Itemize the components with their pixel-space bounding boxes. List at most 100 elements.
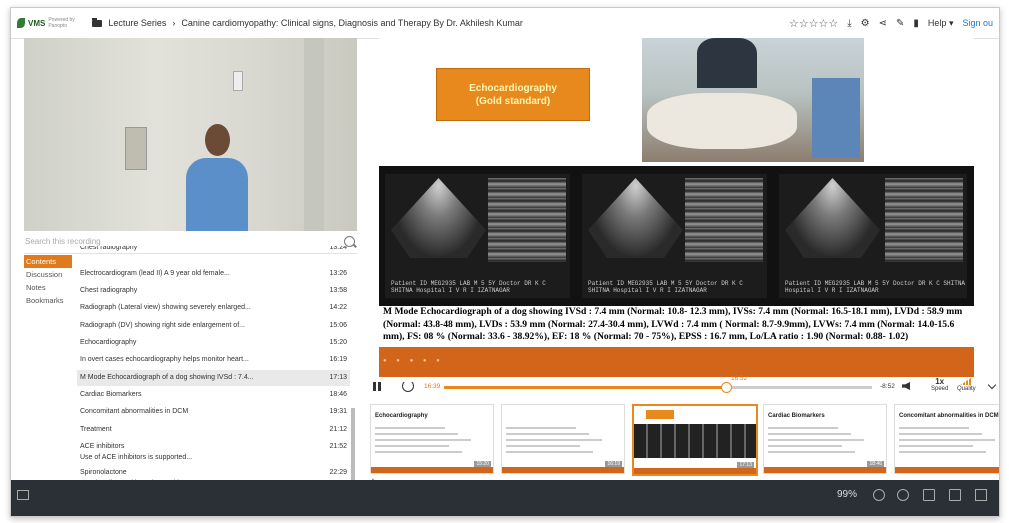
list-item-subtitle: Use of ACE inhibitors is supported... xyxy=(80,454,193,461)
folder-icon xyxy=(92,17,103,27)
echo-images: Patient ID MEG2935 LAB M 5 5Y Doctor DR … xyxy=(379,166,974,306)
powered-by: Powered by Panopto xyxy=(48,17,75,29)
list-item-time: 16:19 xyxy=(329,356,347,363)
download-icon[interactable]: ⤓ xyxy=(847,18,851,29)
fullscreen-icon[interactable] xyxy=(975,489,987,501)
list-item-time: 19:31 xyxy=(329,408,347,415)
rewind-icon[interactable] xyxy=(402,380,414,392)
star-icon[interactable]: ☆ xyxy=(828,18,838,30)
list-item[interactable]: In overt cases echocardiography helps mo… xyxy=(77,352,350,368)
list-item[interactable]: M Mode Echocardiograph of a dog showing … xyxy=(77,370,350,386)
thumbnail-text-line xyxy=(375,427,445,429)
list-item[interactable]: Electrocardiogram (lead II) A 9 year old… xyxy=(77,266,350,282)
slide-thumbnail[interactable]: 17:13 xyxy=(632,404,758,476)
breadcrumb-root[interactable]: Lecture Series xyxy=(108,18,166,28)
echo-label: Patient ID MEG2935 LAB M 5 5Y Doctor DR … xyxy=(785,280,966,294)
logo[interactable]: VMS Powered by Panopto xyxy=(17,17,82,29)
echo-sector xyxy=(785,178,880,258)
list-item[interactable]: Radiograph (DV) showing right side enlar… xyxy=(77,318,350,334)
list-item-time: 21:12 xyxy=(329,426,347,433)
contents-scrollbar[interactable] xyxy=(351,408,355,480)
list-item-time: 13:58 xyxy=(329,287,347,294)
video-wall-switch xyxy=(233,71,243,91)
quality-button[interactable]: Quality xyxy=(957,377,976,392)
list-item[interactable]: Concomitant abnormalities in DCM 19:31 xyxy=(77,404,350,420)
list-item[interactable]: Cardiac Biomarkers 18:46 xyxy=(77,387,350,403)
thumbnail-text-line xyxy=(506,439,602,441)
list-item-title: Electrocardiogram (lead II) A 9 year old… xyxy=(80,270,230,277)
thumbnail-title: Cardiac Biomarkers xyxy=(768,413,825,419)
search-input[interactable]: Search this recording xyxy=(25,237,101,246)
remaining-time: -8:52 xyxy=(880,383,895,390)
seek-bar[interactable] xyxy=(444,382,872,393)
echo-label: Patient ID MEG2935 LAB M 5 5Y Doctor DR … xyxy=(391,280,546,294)
tab-notes[interactable]: Notes xyxy=(24,281,74,294)
thumbnail-text-line xyxy=(375,451,462,453)
zoom-out-icon[interactable] xyxy=(873,489,885,501)
slide-thumbnail[interactable]: Echocardiography 15:20 xyxy=(370,404,494,474)
list-item[interactable]: Chest radiography 13:24 xyxy=(77,246,350,256)
tab-discussion[interactable]: Discussion xyxy=(24,268,74,281)
help-menu[interactable]: Help ▾ xyxy=(928,18,954,29)
thumbnail-text-line xyxy=(768,427,838,429)
list-item-time: 15:06 xyxy=(329,322,347,329)
list-item-title: Radiograph (Lateral view) showing severe… xyxy=(80,304,251,311)
share-icon[interactable]: ⋖ xyxy=(879,18,887,29)
thumbnail-text-line xyxy=(506,451,593,453)
settings-icon[interactable]: ⚙ xyxy=(861,18,870,29)
list-item[interactable]: Chest radiography 13:58 xyxy=(77,283,350,299)
stats-icon[interactable]: ▮ xyxy=(913,18,919,29)
sidebar-tabs: Contents Discussion Notes Bookmarks xyxy=(24,255,74,307)
edit-icon[interactable]: ✎ xyxy=(896,18,904,29)
sign-out-link[interactable]: Sign ou xyxy=(962,18,993,28)
list-item-time: 18:46 xyxy=(329,391,347,398)
thumbnail-text-line xyxy=(899,445,973,447)
thumbnail-bar xyxy=(764,467,886,473)
slide-caption: M Mode Echocardiograph of a dog showing … xyxy=(383,306,963,342)
slide-thumbnail[interactable]: Concomitant abnormalities in DCM xyxy=(894,404,999,474)
list-item[interactable]: Echocardiography 15:20 xyxy=(77,335,350,351)
captions-icon[interactable] xyxy=(949,489,961,501)
star-icon[interactable]: ☆ xyxy=(799,18,809,30)
breadcrumb-title: Canine cardiomyopathy: Clinical signs, D… xyxy=(181,18,523,28)
zoom-in-icon[interactable] xyxy=(897,489,909,501)
slide-thumbnail[interactable]: Cardiac Biomarkers 18:46 xyxy=(763,404,887,474)
slide-nav-dots[interactable]: ● ● ● ● ● xyxy=(383,358,444,364)
tab-bookmarks[interactable]: Bookmarks xyxy=(24,294,74,307)
star-icon[interactable]: ☆ xyxy=(809,18,819,30)
list-item-title: Concomitant abnormalities in DCM xyxy=(80,408,189,415)
presenter-video[interactable] xyxy=(24,38,357,231)
list-item[interactable]: Radiograph (Lateral view) showing severe… xyxy=(77,300,350,316)
rating-stars[interactable]: ☆☆☆☆☆ xyxy=(789,17,838,30)
star-icon[interactable]: ☆ xyxy=(789,18,799,30)
current-time: 16:52 xyxy=(731,375,748,382)
list-item[interactable]: ACE inhibitors Use of ACE inhibitors is s… xyxy=(77,439,350,465)
app-window: VMS Powered by Panopto Lecture Series › … xyxy=(10,7,1000,517)
speed-button[interactable]: 1x Speed xyxy=(931,377,948,392)
zoom-level: 99% xyxy=(837,489,858,500)
top-bar: VMS Powered by Panopto Lecture Series › … xyxy=(11,8,999,39)
star-icon[interactable]: ☆ xyxy=(818,18,828,30)
thumbnail-time: 17:13 xyxy=(737,462,754,468)
echo-panel: Patient ID MEG2935 LAB M 5 5Y Doctor DR … xyxy=(582,174,767,298)
list-item-time: 21:52 xyxy=(329,443,347,450)
segment-start-time: 16:39 xyxy=(424,383,441,390)
list-item-time: 17:13 xyxy=(329,374,347,381)
slide-thumbnail[interactable]: 16:19 xyxy=(501,404,625,474)
echo-sector xyxy=(391,178,486,258)
layout-toggle-icon[interactable] xyxy=(17,490,29,500)
logo-leaf-icon xyxy=(17,18,25,28)
thumbnail-time: 18:46 xyxy=(867,461,884,467)
list-item[interactable]: Treatment 21:12 xyxy=(77,422,350,438)
seek-handle[interactable] xyxy=(721,382,733,393)
pause-icon[interactable] xyxy=(373,382,376,391)
chevron-down-icon[interactable] xyxy=(987,380,997,390)
tab-contents[interactable]: Contents xyxy=(24,255,72,268)
slide-title-line1: Echocardiography xyxy=(469,82,557,94)
thumbnail-text-line xyxy=(899,427,969,429)
echo-mmode xyxy=(685,178,763,262)
fit-icon[interactable] xyxy=(923,489,935,501)
volume-icon[interactable] xyxy=(902,382,910,390)
thumbnail-text-line xyxy=(768,451,855,453)
slide-view: Echocardiography (Gold standard) Patient… xyxy=(379,38,974,343)
